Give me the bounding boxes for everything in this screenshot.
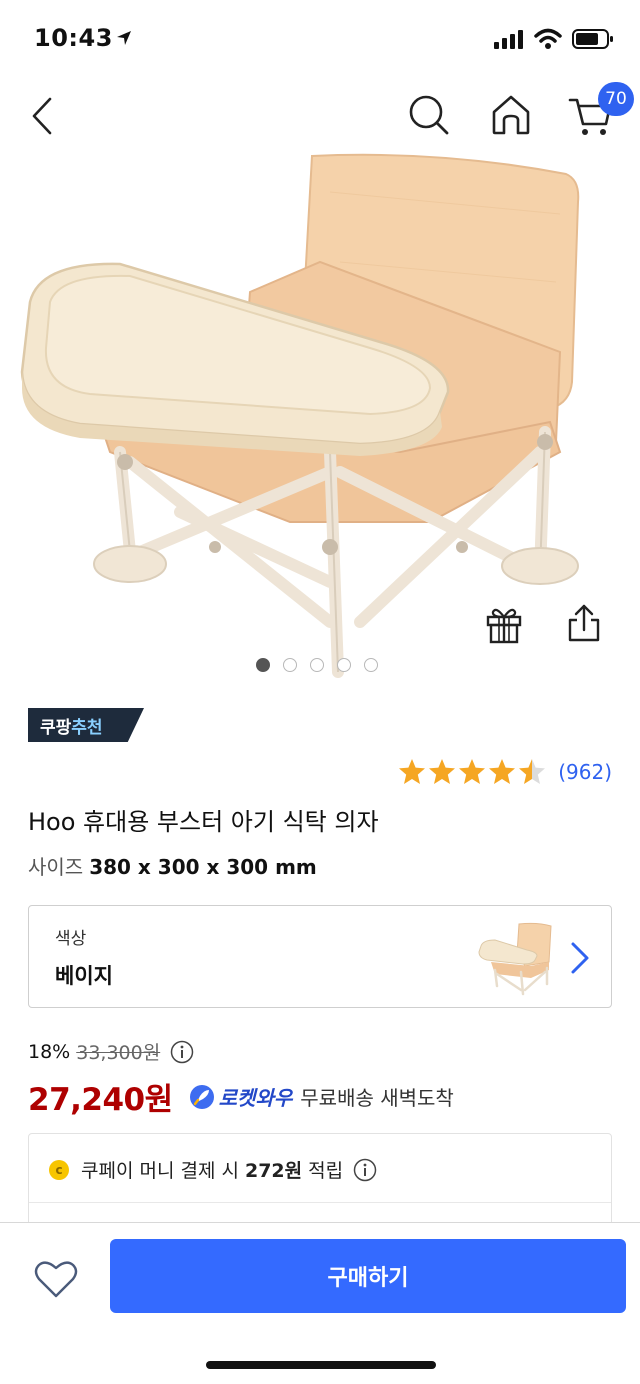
info-circle-icon: [170, 1040, 194, 1063]
wifi-icon: [534, 28, 562, 49]
pagination-dot[interactable]: [256, 658, 270, 672]
product-photo-booster-chair: [20, 153, 580, 678]
size-label: 사이즈: [28, 855, 84, 879]
rating-stars-icon: [399, 759, 546, 784]
rocket-icon: [189, 1084, 214, 1109]
status-icons: [494, 28, 614, 50]
badge-text: 쿠팡추천: [40, 713, 103, 738]
pagination-dot[interactable]: [337, 658, 351, 672]
status-bar: 10:43: [0, 0, 640, 80]
badge-text-brand: 쿠팡: [40, 718, 72, 738]
back-button[interactable]: [22, 92, 62, 140]
chevron-right-icon: [571, 942, 589, 974]
rating[interactable]: (962): [398, 758, 612, 786]
share-button[interactable]: [564, 602, 604, 644]
option-thumbnail: [478, 922, 552, 996]
color-option-selector[interactable]: 색상 베이지: [28, 905, 612, 1008]
buy-button[interactable]: 구매하기: [110, 1239, 626, 1313]
cashback-box: c 쿠페이 머니 결제 시 272원 적립: [28, 1133, 612, 1233]
heart-icon: [34, 1261, 78, 1298]
divider: [29, 1202, 611, 1203]
cart-count-badge: 70: [598, 82, 634, 116]
image-pagination: [256, 658, 378, 672]
location-arrow-icon: [117, 31, 131, 45]
pagination-dot[interactable]: [364, 658, 378, 672]
discount-row: 18% 33,300원: [28, 1038, 194, 1065]
sale-price: 27,240원: [28, 1082, 173, 1118]
chevron-left-icon: [32, 97, 52, 135]
signal-icon: [494, 30, 523, 49]
nav-bar: [0, 80, 640, 152]
search-icon: [409, 95, 449, 135]
pagination-dot[interactable]: [310, 658, 324, 672]
rocket-wow-label: 로켓와우: [218, 1086, 293, 1110]
delivery-text: 무료배송 새벽도착: [300, 1086, 454, 1110]
cashback-info-icon[interactable]: [353, 1158, 377, 1182]
search-button[interactable]: [406, 92, 452, 138]
cashback-suffix: 적립: [308, 1160, 344, 1182]
discount-rate: 18%: [28, 1040, 71, 1063]
product-title: Hoo 휴대용 부스터 아기 식탁 의자: [28, 808, 379, 836]
size-row: 사이즈 380 x 300 x 300 mm: [28, 851, 317, 880]
recommendation-badge: 쿠팡추천: [28, 708, 144, 742]
info-circle-icon: [353, 1158, 377, 1181]
battery-icon: [572, 29, 613, 49]
size-value: 380 x 300 x 300 mm: [89, 855, 317, 879]
home-indicator: [206, 1361, 436, 1369]
review-count[interactable]: (962): [558, 760, 612, 784]
coin-icon: c: [49, 1159, 69, 1180]
option-value: 베이지: [55, 964, 113, 988]
gift-icon: [486, 608, 522, 644]
wishlist-button[interactable]: [30, 1253, 82, 1305]
home-button[interactable]: [488, 92, 534, 138]
bottom-action-bar: 구매하기: [0, 1222, 640, 1384]
cashback-row: c 쿠페이 머니 결제 시 272원 적립: [49, 1156, 377, 1183]
pagination-dot[interactable]: [283, 658, 297, 672]
price-row: 27,240원 로켓와우 무료배송 새벽도착: [28, 1074, 454, 1119]
product-image[interactable]: [0, 152, 640, 682]
badge-text-recommend: 추천: [71, 718, 103, 738]
cashback-prefix: 쿠페이 머니 결제 시: [81, 1160, 239, 1182]
info-icon[interactable]: [170, 1040, 194, 1064]
home-icon: [492, 95, 530, 135]
original-price: 33,300원: [76, 1042, 161, 1064]
status-time: 10:43: [34, 24, 113, 52]
cashback-amount: 272원: [244, 1160, 303, 1182]
option-label: 색상: [55, 929, 87, 949]
share-icon: [568, 604, 600, 642]
gift-button[interactable]: [484, 604, 524, 644]
